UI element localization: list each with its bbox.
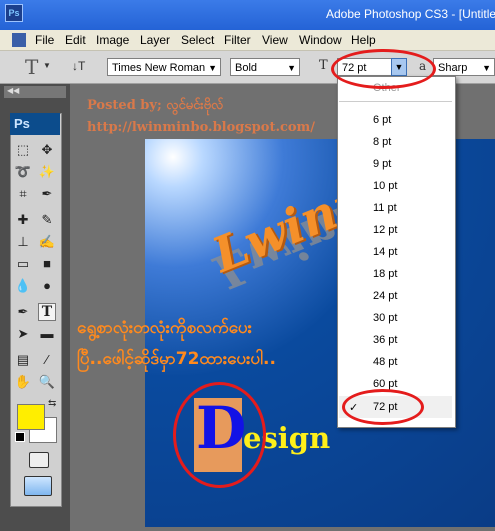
hand-tool-icon[interactable]: ✋ bbox=[14, 373, 32, 391]
clone-stamp-tool-icon[interactable]: ⊥ bbox=[14, 233, 32, 251]
font-style-select[interactable]: Bold ▼ bbox=[230, 58, 300, 76]
menu-help[interactable]: Help bbox=[351, 33, 376, 47]
highlight-ring-letter-d bbox=[173, 382, 266, 488]
size-option-8pt[interactable]: 8 pt bbox=[373, 136, 391, 148]
instruction-line-1: ရွေ့စာလုံးတလုံးကိုစလက်ပေး bbox=[77, 318, 252, 338]
size-option-12pt[interactable]: 12 pt bbox=[373, 224, 397, 236]
quick-mask-button[interactable] bbox=[29, 452, 49, 468]
lasso-tool-icon[interactable]: ➰ bbox=[14, 163, 32, 181]
dodge-tool-icon[interactable]: ● bbox=[38, 277, 56, 295]
type-tool-icon[interactable]: T bbox=[25, 55, 38, 79]
chevron-down-icon: ▼ bbox=[287, 63, 296, 73]
history-brush-tool-icon[interactable]: ✍ bbox=[38, 233, 56, 251]
brush-tool-icon[interactable]: ✎ bbox=[38, 211, 56, 229]
path-selection-tool-icon[interactable]: ➤ bbox=[14, 325, 32, 343]
slice-tool-icon[interactable]: ✒ bbox=[38, 185, 56, 203]
magic-wand-tool-icon[interactable]: ✨ bbox=[38, 163, 56, 181]
font-family-select[interactable]: Times New Roman ▼ bbox=[107, 58, 221, 76]
ps-logo: Ps bbox=[10, 113, 60, 135]
panel-collapse-bar[interactable]: ◀◀ bbox=[4, 86, 66, 98]
font-size-icon: T bbox=[319, 58, 328, 73]
posted-by-text: Posted by; လွင်မင်းဗိုလ် bbox=[87, 98, 224, 113]
blog-url-text: http://lwinminbo.blogspot.com/ bbox=[87, 120, 316, 135]
zoom-tool-icon[interactable]: 🔍 bbox=[38, 373, 56, 391]
highlight-ring-font-size bbox=[331, 49, 436, 89]
size-option-18pt[interactable]: 18 pt bbox=[373, 268, 397, 280]
menu-window[interactable]: Window bbox=[299, 33, 342, 47]
move-tool-icon[interactable]: ✥ bbox=[38, 141, 56, 159]
screen-mode-button[interactable] bbox=[24, 476, 52, 496]
menu-filter[interactable]: Filter bbox=[224, 33, 251, 47]
size-option-30pt[interactable]: 30 pt bbox=[373, 312, 397, 324]
foreground-color-swatch[interactable] bbox=[17, 404, 45, 430]
menu-app-icon[interactable] bbox=[12, 33, 26, 47]
menu-bar: File Edit Image Layer Select Filter View… bbox=[0, 30, 495, 51]
type-tool-icon[interactable]: T bbox=[38, 303, 56, 321]
highlight-ring-72pt-option bbox=[342, 389, 424, 425]
shape-tool-icon[interactable]: ▬ bbox=[38, 325, 56, 343]
pen-tool-icon[interactable]: ✒ bbox=[14, 303, 32, 321]
photoshop-app-icon[interactable]: Ps bbox=[5, 4, 23, 22]
chevron-down-icon: ▼ bbox=[208, 63, 217, 73]
swap-colors-icon[interactable]: ⇆ bbox=[48, 398, 56, 409]
eyedropper-tool-icon[interactable]: ⁄ bbox=[38, 351, 56, 369]
default-colors-icon[interactable] bbox=[15, 432, 25, 442]
gradient-tool-icon[interactable]: ■ bbox=[38, 255, 56, 273]
title-bar: Ps Adobe Photoshop CS3 - [Untitled- bbox=[0, 0, 495, 30]
size-option-48pt[interactable]: 48 pt bbox=[373, 356, 397, 368]
font-size-dropdown-list: Other 6 pt 8 pt 9 pt 10 pt 11 pt 12 pt 1… bbox=[337, 76, 456, 428]
menu-layer[interactable]: Layer bbox=[140, 33, 170, 47]
collapse-arrows-icon: ◀◀ bbox=[7, 86, 20, 95]
instruction-line-2: ပြီ..ဖေါင့်ဆိုဒ်မှာ72ထားပေးပါ.. bbox=[77, 349, 276, 369]
chevron-down-icon: ▼ bbox=[482, 63, 491, 73]
size-option-14pt[interactable]: 14 pt bbox=[373, 246, 397, 258]
antialias-select[interactable]: Sharp ▼ bbox=[433, 58, 495, 76]
notes-tool-icon[interactable]: ▤ bbox=[14, 351, 32, 369]
text-orientation-icon[interactable]: ↓T bbox=[72, 59, 85, 73]
healing-brush-tool-icon[interactable]: ✚ bbox=[14, 211, 32, 229]
marquee-tool-icon[interactable]: ⬚ bbox=[14, 141, 32, 159]
menu-select[interactable]: Select bbox=[181, 33, 214, 47]
menu-file[interactable]: File bbox=[35, 33, 54, 47]
size-option-10pt[interactable]: 10 pt bbox=[373, 180, 397, 192]
menu-edit[interactable]: Edit bbox=[65, 33, 86, 47]
size-option-11pt[interactable]: 11 pt bbox=[373, 202, 397, 214]
window-title: Adobe Photoshop CS3 - [Untitled- bbox=[326, 7, 495, 21]
size-option-36pt[interactable]: 36 pt bbox=[373, 334, 397, 346]
crop-tool-icon[interactable]: ⌗ bbox=[14, 185, 32, 203]
size-option-24pt[interactable]: 24 pt bbox=[373, 290, 397, 302]
size-option-9pt[interactable]: 9 pt bbox=[373, 158, 391, 170]
eraser-tool-icon[interactable]: ▭ bbox=[14, 255, 32, 273]
menu-view[interactable]: View bbox=[262, 33, 288, 47]
menu-image[interactable]: Image bbox=[96, 33, 129, 47]
blur-tool-icon[interactable]: 💧 bbox=[14, 277, 32, 295]
size-option-6pt[interactable]: 6 pt bbox=[373, 114, 391, 126]
tool-preset-chevron-icon[interactable]: ▼ bbox=[43, 61, 51, 70]
